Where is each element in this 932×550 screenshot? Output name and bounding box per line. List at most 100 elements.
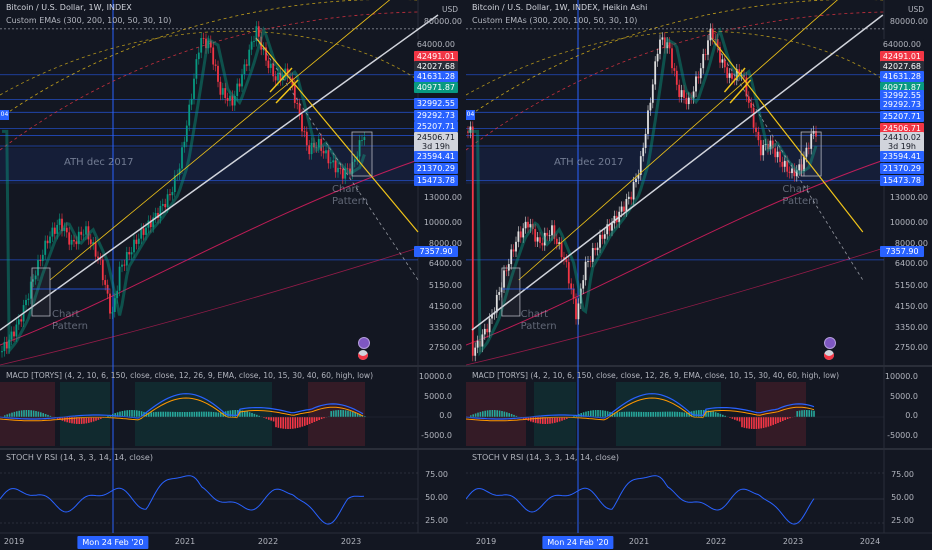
macd-histogram-bar (23, 410, 25, 417)
candle-body (245, 64, 248, 66)
candle-body (649, 102, 652, 111)
candle-body (728, 73, 731, 78)
macd-axis-tick: 5000.0 (890, 392, 918, 401)
candle-body (668, 42, 671, 49)
candle-body (332, 160, 335, 163)
macd-histogram-bar (268, 417, 270, 420)
candle-body (3, 341, 6, 352)
candle-body (534, 228, 537, 242)
chart-canvas[interactable] (0, 0, 466, 550)
time-axis-cursor-label: Mon 24 Feb '20 (542, 536, 614, 549)
price-label-tag: 41631.28 (879, 71, 924, 82)
macd-histogram-bar (599, 410, 602, 417)
candle-body (572, 288, 575, 299)
candle-body (627, 196, 630, 200)
macd-histogram-bar (275, 417, 277, 428)
candle-body (82, 234, 85, 236)
macd-histogram-bar (762, 417, 765, 428)
candle-body (130, 252, 133, 255)
candle-body (731, 73, 733, 79)
macd-histogram-bar (714, 412, 717, 417)
lightning-icon[interactable] (824, 337, 836, 349)
macd-histogram-bar (770, 417, 772, 426)
macd-histogram-bar (633, 411, 635, 417)
macd-histogram-bar (803, 410, 806, 417)
macd-histogram-bar (748, 417, 750, 429)
annotation-ath: ATH dec 2017 (554, 157, 624, 168)
macd-indicator-label: MACD [TORYS] (4, 2, 10, 6, 150, close, c… (6, 371, 374, 380)
candle-body (675, 70, 678, 85)
macd-histogram-bar (330, 411, 332, 417)
macd-histogram-bar (486, 410, 489, 417)
macd-histogram-bar (774, 417, 777, 424)
candle-body (183, 141, 186, 148)
candle-body (53, 227, 56, 234)
macd-histogram-bar (280, 417, 282, 429)
candle-body (599, 234, 601, 248)
candle-body (236, 83, 239, 96)
macd-axis-tick: 0.0 (905, 411, 918, 420)
chart-title: Bitcoin / U.S. Dollar, 1W, INDEX (6, 3, 132, 12)
macd-histogram-bar (482, 411, 484, 417)
candle-body (277, 72, 279, 81)
macd-histogram-bar (68, 417, 71, 423)
candle-body (267, 60, 270, 68)
price-axis-tick: 4150.00 (428, 302, 462, 311)
macd-histogram-bar (642, 411, 645, 417)
macd-histogram-bar (630, 411, 633, 417)
candle-body (625, 199, 628, 212)
price-label-tag: 64000.00 (879, 39, 924, 50)
macd-histogram-bar (25, 410, 28, 417)
candle-body (219, 81, 222, 95)
macd-histogram-bar (666, 411, 669, 417)
macd-histogram-bar (229, 410, 232, 417)
lightning-icon[interactable] (358, 337, 370, 349)
candle-body (560, 242, 563, 258)
macd-histogram-bar (693, 410, 695, 417)
chart-pane-right[interactable]: Bitcoin / U.S. Dollar, 1W, INDEX, Heikin… (466, 0, 932, 550)
macd-histogram-bar (618, 412, 621, 417)
flag-icon[interactable] (358, 350, 368, 360)
macd-histogram-bar (806, 410, 808, 417)
price-axis-tick: 80000.00 (889, 17, 928, 26)
macd-histogram-bar (284, 417, 287, 429)
macd-histogram-bar (671, 411, 674, 417)
candle-body (474, 347, 477, 356)
price-label-tag: 25207.71 (413, 121, 458, 132)
macd-histogram-bar (594, 410, 597, 417)
macd-histogram-bar (244, 410, 246, 417)
candle-body (15, 324, 18, 337)
candle-body (755, 127, 757, 132)
candle-body (51, 227, 54, 237)
candle-body (257, 26, 260, 37)
time-axis-tick: 2021 (628, 537, 650, 546)
candle-body (56, 224, 59, 234)
macd-axis-tick: 5000.0 (424, 392, 452, 401)
macd-histogram-bar (681, 412, 683, 417)
price-axis-tick: 6400.00 (428, 259, 462, 268)
flag-icon[interactable] (824, 350, 834, 360)
candle-body (757, 131, 760, 141)
macd-histogram-bar (489, 410, 491, 417)
candle-body (517, 231, 520, 242)
candle-body (707, 40, 709, 55)
price-label-tag: 29292.73 (879, 99, 924, 110)
macd-histogram-bar (13, 411, 16, 417)
macd-histogram-bar (227, 410, 229, 417)
stoch-rsi-indicator-label: STOCH V RSI (14, 3, 3, 14, 14, close) (472, 453, 619, 462)
macd-histogram-bar (758, 417, 760, 429)
macd-histogram-bar (674, 411, 676, 417)
macd-histogram-bar (277, 417, 280, 428)
candle-body (214, 64, 217, 66)
macd-histogram-bar (30, 410, 32, 417)
candle-body (243, 64, 246, 75)
indicator-label: Custom EMAs (300, 200, 100, 50, 30, 10) (472, 16, 638, 25)
candle-body (325, 150, 327, 154)
chart-canvas[interactable] (466, 0, 932, 550)
candle-body (293, 84, 296, 103)
chart-pane-left[interactable]: Bitcoin / U.S. Dollar, 1W, INDEX Custom E… (0, 0, 466, 550)
candle-body (673, 68, 676, 71)
macd-histogram-bar (301, 417, 304, 427)
macd-histogram-bar (308, 417, 311, 424)
price-axis-tick: 80000.00 (423, 17, 462, 26)
